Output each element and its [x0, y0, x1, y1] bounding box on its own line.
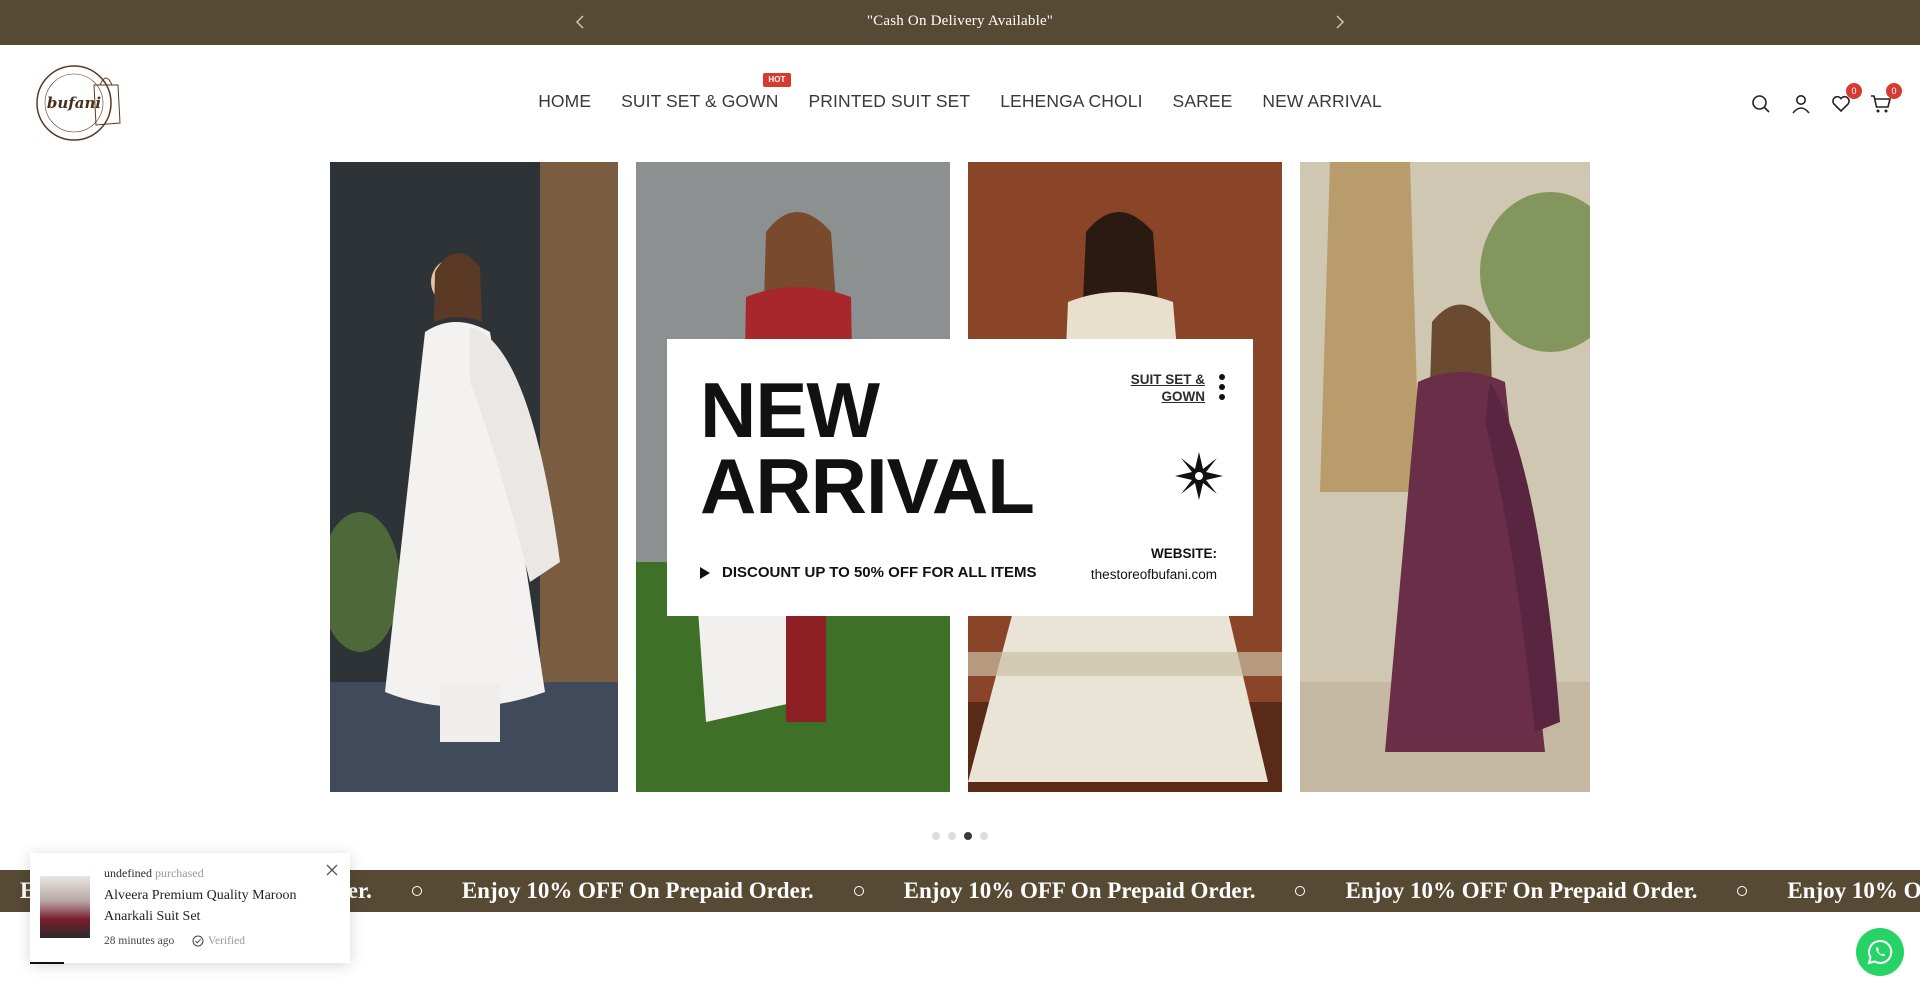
nav-home[interactable]: HOME	[538, 91, 591, 112]
play-triangle-icon	[700, 566, 710, 579]
promo-website-value: thestoreofbufani.com	[1090, 567, 1217, 582]
marquee-text: Enjoy 10% OFF On Prepaid Order.	[1787, 878, 1920, 903]
account-button[interactable]	[1788, 91, 1814, 117]
star-burst-icon	[1175, 452, 1223, 500]
slider-dot-3[interactable]	[964, 832, 972, 840]
marquee-text: Enjoy 10% OFF On Prepaid Order.	[903, 878, 1256, 903]
slider-dot-1[interactable]	[932, 832, 940, 840]
promo-discount-text: DISCOUNT UP TO 50% OFF FOR ALL ITEMS	[722, 564, 1037, 581]
whatsapp-icon	[1867, 939, 1893, 965]
cart-count-badge: 0	[1886, 83, 1902, 99]
slider-dot-4[interactable]	[980, 832, 988, 840]
nav-saree[interactable]: SAREE	[1173, 91, 1233, 112]
circle-separator-icon	[853, 886, 864, 896]
search-icon	[1752, 95, 1770, 113]
marquee-text: Enjoy 10% OFF On Prepaid Order.	[1345, 878, 1698, 903]
verified-label: Verified	[208, 935, 246, 947]
announcement-text: "Cash On Delivery Available"	[866, 13, 1054, 29]
nav-printed-suit-set[interactable]: PRINTED SUIT SET	[809, 91, 971, 112]
wishlist-count-badge: 0	[1846, 83, 1862, 99]
nav-suit-set-gown[interactable]: SUIT SET & GOWN HOT	[621, 73, 791, 112]
nav-new-arrival[interactable]: NEW ARRIVAL	[1262, 91, 1381, 112]
model-figure	[1300, 162, 1590, 792]
check-circle-icon	[192, 935, 204, 947]
nav-label: SAREE	[1172, 91, 1233, 111]
promo-website-label: WEBSITE:	[1151, 546, 1217, 561]
product-thumbnail[interactable]	[40, 876, 90, 938]
marquee-text: Enjoy 10% OFF On Prepaid Order.	[461, 878, 814, 903]
verified-tag: Verified	[192, 935, 245, 947]
purchase-buyer: undefined purchased	[104, 866, 204, 881]
search-button[interactable]	[1748, 91, 1774, 117]
promo-title-line-1: NEW	[700, 366, 880, 454]
nav-lehenga-choli[interactable]: LEHENGA CHOLI	[1000, 91, 1142, 112]
slider-pagination	[0, 832, 1920, 840]
circle-separator-icon	[1295, 886, 1306, 896]
promo-category-link[interactable]: SUIT SET & GOWN	[1085, 371, 1205, 405]
site-header: bufani HOME SUIT SET & GOWN HOT PRINTED …	[0, 45, 1920, 160]
user-icon	[1792, 95, 1810, 114]
nav-label: HOME	[538, 91, 592, 111]
chevron-right-icon	[1336, 15, 1345, 29]
announcement-next-button[interactable]	[1330, 12, 1350, 32]
kebab-dots-icon	[1219, 374, 1225, 404]
hero-slider[interactable]: NEW ARRIVAL SUIT SET & GOWN DISCOUNT UP …	[330, 162, 1590, 792]
purchase-time: 28 minutes ago	[104, 935, 175, 947]
wishlist-button[interactable]: 0	[1828, 83, 1862, 117]
nav-label: LEHENGA CHOLI	[1000, 91, 1143, 111]
cart-button[interactable]: 0	[1868, 83, 1902, 117]
nav-label: NEW ARRIVAL	[1262, 91, 1382, 111]
slider-dot-2[interactable]	[948, 832, 956, 840]
purchased-product-name[interactable]: Alveera Premium Quality Maroon Anarkali …	[104, 885, 304, 927]
new-arrival-promo-card[interactable]: NEW ARRIVAL SUIT SET & GOWN DISCOUNT UP …	[667, 339, 1253, 616]
hot-badge: HOT	[763, 73, 791, 87]
hero-image-white-anarkali	[330, 162, 618, 792]
whatsapp-chat-button[interactable]	[1856, 928, 1904, 976]
circle-separator-icon	[1737, 886, 1748, 896]
announcement-bar: "Cash On Delivery Available"	[0, 0, 1920, 45]
popup-progress-bar	[30, 962, 64, 964]
nav-label: PRINTED SUIT SET	[808, 91, 971, 111]
buyer-name: undefined	[104, 866, 152, 880]
purchase-verb: purchased	[154, 866, 204, 880]
recent-purchase-popup[interactable]: undefined purchased Alveera Premium Qual…	[30, 853, 350, 964]
model-figure	[330, 162, 618, 792]
nav-label: SUIT SET & GOWN	[621, 91, 779, 111]
header-icons: 0 0	[1748, 83, 1902, 117]
promo-title-line-2: ARRIVAL	[700, 442, 1035, 530]
hero-image-purple-anarkali	[1300, 162, 1590, 792]
close-popup-button[interactable]	[326, 863, 338, 881]
main-nav: HOME SUIT SET & GOWN HOT PRINTED SUIT SE…	[0, 73, 1920, 112]
promo-discount: DISCOUNT UP TO 50% OFF FOR ALL ITEMS	[700, 564, 1036, 581]
close-icon	[326, 864, 338, 876]
circle-separator-icon	[411, 886, 422, 896]
